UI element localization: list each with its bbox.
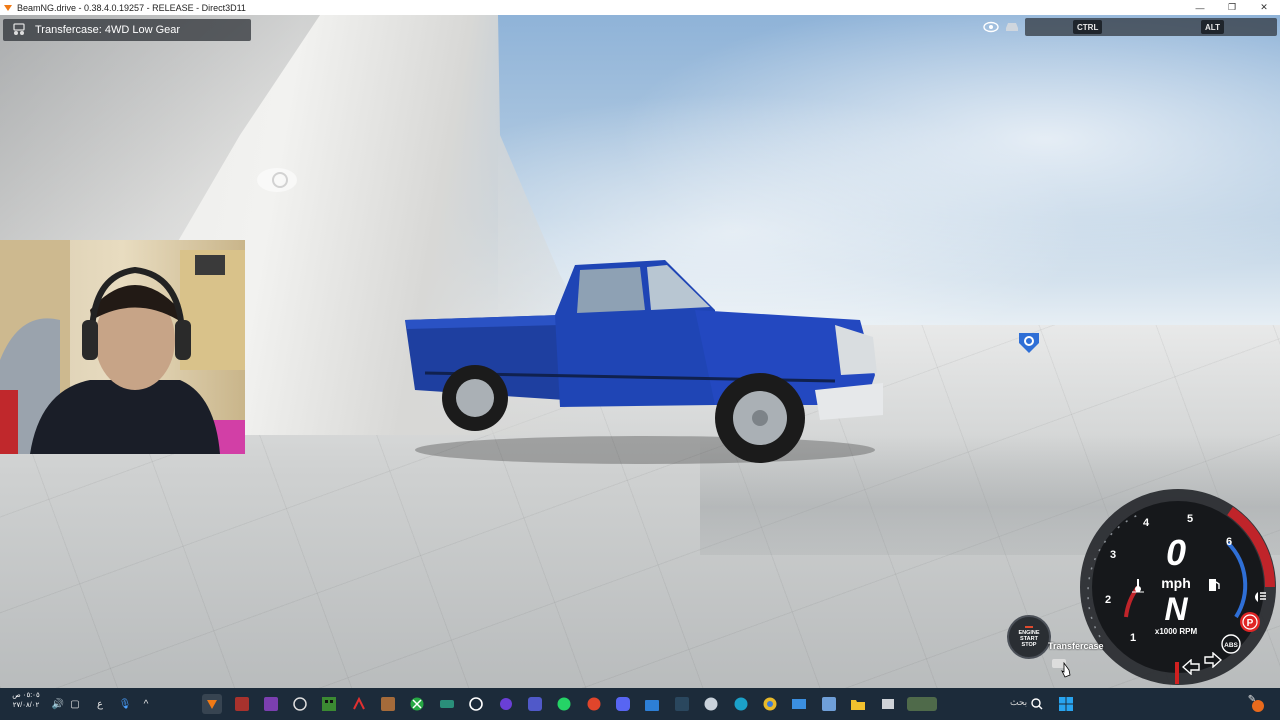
app-icon-2[interactable] xyxy=(466,694,486,714)
transfercase-notification: Transfercase: 4WD Low Gear xyxy=(3,19,251,41)
xbox-icon[interactable] xyxy=(407,694,427,714)
waypoint-marker-icon xyxy=(1016,329,1042,355)
transfercase-label: Transfercase xyxy=(1048,641,1104,651)
explorer-game-icon[interactable] xyxy=(378,694,398,714)
abs-text: ABS xyxy=(1224,642,1238,649)
game-icon-1[interactable] xyxy=(232,694,252,714)
car-icon[interactable] xyxy=(1003,18,1021,36)
language-indicator[interactable]: ع xyxy=(92,695,108,713)
temperature-icon xyxy=(1130,577,1146,598)
app-icon-6[interactable] xyxy=(878,694,898,714)
fuel-icon xyxy=(1207,577,1221,598)
transfercase-icon xyxy=(11,23,27,37)
rpm-tick-2: 2 xyxy=(1105,594,1112,606)
window-titlebar: BeamNG.drive - 0.38.4.0.19257 - RELEASE … xyxy=(0,0,1280,15)
minimize-icon[interactable]: — xyxy=(1184,0,1216,15)
weather-widget-icon[interactable] xyxy=(906,694,938,714)
folder-icon[interactable] xyxy=(848,694,868,714)
windows-taskbar: ٠٥:٠٥ ص ٢٧/٠٨/٠٢ 🔊 ▢ ع 🎙 ^ بحث ✎ xyxy=(0,688,1280,720)
discord-icon[interactable] xyxy=(613,694,633,714)
engine-led xyxy=(1025,626,1033,628)
chevron-up-icon[interactable]: ^ xyxy=(138,695,154,713)
volume-icon[interactable]: 🔊 xyxy=(50,695,66,713)
rpm-tick-1: 1 xyxy=(1130,632,1137,644)
store-icon[interactable] xyxy=(642,694,662,714)
left-turn-icon xyxy=(1181,658,1200,680)
minecraft-icon[interactable] xyxy=(319,694,339,714)
rpm-tick-3: 3 xyxy=(1110,549,1117,561)
clock-time: ٠٥:٠٥ ص xyxy=(12,692,40,699)
speed-unit: mph xyxy=(1161,575,1191,591)
close-icon[interactable]: ✕ xyxy=(1248,0,1280,15)
mouse-cursor-icon xyxy=(1060,661,1072,683)
pickup-truck xyxy=(395,255,890,470)
window-title: BeamNG.drive - 0.38.4.0.19257 - RELEASE … xyxy=(17,2,246,13)
eye-icon[interactable] xyxy=(982,18,1000,36)
taskbar-clock[interactable]: ٠٥:٠٥ ص ٢٧/٠٨/٠٢ xyxy=(8,691,44,711)
rpm-label: x1000 RPM xyxy=(1154,627,1198,636)
display-icon[interactable]: ▢ xyxy=(67,695,83,713)
webcam-overlay xyxy=(0,240,245,454)
app-icon-5[interactable] xyxy=(819,694,839,714)
streamer-camera-image xyxy=(0,240,245,454)
ghost-marker-icon xyxy=(252,160,302,200)
engine-label-3: STOP xyxy=(1021,642,1037,648)
headlight-icon xyxy=(1250,590,1268,609)
right-turn-icon xyxy=(1204,651,1223,673)
engine-start-stop-button[interactable]: ENGINE START STOP xyxy=(1007,615,1051,659)
windows-start-icon[interactable] xyxy=(1056,694,1076,714)
gear-indicator: N xyxy=(1164,591,1188,627)
app-icon-3[interactable] xyxy=(496,694,516,714)
acrobat-icon[interactable] xyxy=(349,694,369,714)
game-icon-2[interactable] xyxy=(261,694,281,714)
steam-alt-icon[interactable] xyxy=(701,694,721,714)
beamng-app-icon xyxy=(3,3,13,13)
notification-text: Transfercase: 4WD Low Gear xyxy=(35,24,181,36)
rpm-tick-4: 4 xyxy=(1143,517,1150,529)
clock-date: ٢٧/٠٨/٠٢ xyxy=(12,702,40,709)
window-controls: — ❐ ✕ xyxy=(1184,0,1280,15)
parking-letter: P xyxy=(1247,618,1254,629)
search-placeholder[interactable]: بحث xyxy=(1010,697,1027,708)
teams-icon[interactable] xyxy=(525,694,545,714)
app-icon-4[interactable] xyxy=(584,694,604,714)
ctrl-key: CTRL xyxy=(1073,20,1103,34)
rpm-tick-5: 5 xyxy=(1187,513,1194,525)
mail-icon[interactable] xyxy=(789,694,809,714)
beamng-icon[interactable] xyxy=(202,694,222,714)
whatsapp-icon[interactable] xyxy=(554,694,574,714)
parking-brake-icon: P xyxy=(1239,611,1261,633)
rpm-tick-6: 6 xyxy=(1226,536,1233,548)
redline-marker xyxy=(1175,662,1179,684)
steam-icon[interactable] xyxy=(672,694,692,714)
abs-icon: ABS xyxy=(1220,633,1242,655)
app-icon-1[interactable] xyxy=(437,694,457,714)
microphone-icon[interactable]: 🎙 xyxy=(117,695,133,713)
restore-icon[interactable]: ❐ xyxy=(1216,0,1248,15)
obs-icon[interactable] xyxy=(290,694,310,714)
search-icon[interactable] xyxy=(1027,694,1047,714)
alt-key: ALT xyxy=(1201,20,1224,34)
input-keys-bar: CTRL ALT xyxy=(1025,18,1277,36)
edge-icon[interactable] xyxy=(731,694,751,714)
speed-readout: 0 xyxy=(1165,532,1187,573)
system-tray-app-icon[interactable] xyxy=(1250,698,1266,714)
chrome-icon[interactable] xyxy=(760,694,780,714)
